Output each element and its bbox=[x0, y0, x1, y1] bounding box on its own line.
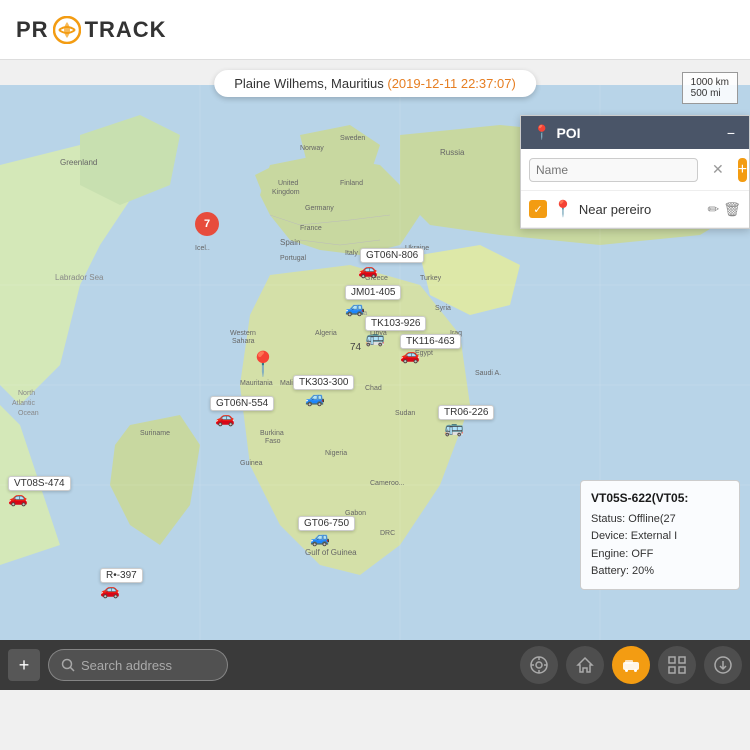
grid-toolbar-btn[interactable] bbox=[658, 646, 696, 684]
home-toolbar-btn[interactable] bbox=[566, 646, 604, 684]
zoom-in-btn[interactable]: + bbox=[8, 649, 40, 681]
search-bar[interactable]: Search address bbox=[48, 649, 228, 681]
svg-text:Algeria: Algeria bbox=[315, 330, 337, 337]
popup-engine: Engine: OFF bbox=[591, 546, 729, 564]
poi-title: POI bbox=[556, 125, 580, 141]
location-datetime: (2019-12-11 22:37:07) bbox=[387, 76, 515, 91]
search-placeholder: Search address bbox=[81, 658, 172, 673]
svg-text:Guinea: Guinea bbox=[240, 460, 263, 467]
svg-text:Mali: Mali bbox=[280, 380, 293, 387]
poi-checkbox[interactable]: ✓ bbox=[529, 200, 547, 218]
popup-battery: Battery: 20% bbox=[591, 563, 729, 581]
popup-title: VT05S-622(VT05: bbox=[591, 489, 729, 508]
svg-text:Kingdom: Kingdom bbox=[272, 189, 300, 196]
logo-text-2: TRACK bbox=[85, 17, 167, 43]
poi-search-input[interactable] bbox=[529, 158, 698, 182]
svg-text:Italy: Italy bbox=[345, 250, 358, 257]
svg-text:Atlantic: Atlantic bbox=[12, 400, 35, 407]
svg-text:Labrador Sea: Labrador Sea bbox=[55, 273, 104, 282]
vehicle-icon-jm01405: 🚙 bbox=[345, 298, 365, 318]
svg-text:France: France bbox=[300, 225, 322, 232]
vehicle-icon-gt06n806: 🚗 bbox=[358, 260, 378, 280]
scale-line2: 500 mi bbox=[691, 88, 729, 99]
vehicle-icon-tr06226: 🚌 bbox=[444, 418, 464, 438]
vehicle-icon-gt06750: 🚙 bbox=[310, 528, 330, 548]
svg-text:Russia: Russia bbox=[440, 148, 465, 157]
vehicle-info-popup: VT05S-622(VT05: Status: Offline(27 Devic… bbox=[580, 480, 740, 590]
search-icon bbox=[61, 658, 75, 672]
svg-text:Syria: Syria bbox=[435, 305, 451, 312]
location-place: Plaine Wilhems, Mauritius bbox=[234, 76, 384, 91]
poi-item-actions[interactable]: ✏ 🗑 bbox=[707, 201, 741, 218]
poi-item-name: Near pereiro bbox=[579, 202, 702, 217]
poi-item-row: ✓ 📍 Near pereiro ✏ 🗑 bbox=[521, 191, 749, 228]
svg-text:Sahara: Sahara bbox=[232, 338, 255, 345]
svg-text:Sweden: Sweden bbox=[340, 135, 365, 142]
svg-text:Icel..: Icel.. bbox=[195, 245, 210, 252]
svg-text:Gulf of Guinea: Gulf of Guinea bbox=[305, 548, 357, 557]
svg-text:Turkey: Turkey bbox=[420, 275, 442, 282]
poi-header-right[interactable]: − bbox=[725, 125, 737, 141]
svg-text:Cameroo...: Cameroo... bbox=[370, 480, 405, 487]
svg-text:Chad: Chad bbox=[365, 385, 382, 392]
svg-text:Saudi A.: Saudi A. bbox=[475, 370, 501, 377]
label-74: 74 bbox=[350, 342, 361, 353]
svg-text:DRC: DRC bbox=[380, 530, 395, 537]
svg-text:Sudan: Sudan bbox=[395, 410, 415, 417]
logo-icon bbox=[53, 16, 81, 44]
svg-text:Mauritania: Mauritania bbox=[240, 380, 273, 387]
scale-line1: 1000 km bbox=[691, 77, 729, 88]
popup-device: Device: External I bbox=[591, 528, 729, 546]
vehicle-icon-tk303300: 🚙 bbox=[305, 388, 325, 408]
popup-status: Status: Offline(27 bbox=[591, 511, 729, 529]
vehicle-icon-gt06n554: 🚗 bbox=[215, 408, 235, 428]
cluster-badge[interactable]: 7 bbox=[195, 212, 219, 236]
poi-delete-btn[interactable]: 🗑 bbox=[723, 201, 741, 218]
bottom-toolbar: + Search address bbox=[0, 640, 750, 690]
poi-clear-btn[interactable]: ✕ bbox=[704, 155, 732, 184]
vehicles-toolbar-btn[interactable] bbox=[612, 646, 650, 684]
svg-text:United: United bbox=[278, 180, 298, 187]
svg-text:Finland: Finland bbox=[340, 180, 363, 187]
svg-text:Portugal: Portugal bbox=[280, 255, 307, 262]
svg-text:Burkina: Burkina bbox=[260, 430, 284, 437]
app-header: PR TRACK bbox=[0, 0, 750, 60]
poi-edit-btn[interactable]: ✏ bbox=[707, 201, 719, 218]
location-bar: Plaine Wilhems, Mauritius (2019-12-11 22… bbox=[214, 70, 536, 97]
poi-minimize-btn[interactable]: − bbox=[725, 125, 737, 141]
vehicles-icon bbox=[621, 655, 641, 675]
scale-bar: 1000 km 500 mi bbox=[682, 72, 738, 104]
svg-text:North: North bbox=[18, 390, 35, 397]
poi-add-btn[interactable]: + bbox=[738, 158, 747, 182]
poi-pin-icon: 📍 bbox=[553, 199, 573, 219]
download-icon bbox=[713, 655, 733, 675]
vehicle-icon-tk103926: 🚌 bbox=[365, 328, 385, 348]
vehicle-icon-vt08s474: 🚗 bbox=[8, 488, 28, 508]
poi-location-icon: 📍 bbox=[533, 124, 550, 141]
poi-search-row: ✕ + bbox=[521, 149, 749, 191]
location-toolbar-btn[interactable] bbox=[520, 646, 558, 684]
home-icon bbox=[575, 655, 595, 675]
svg-text:Germany: Germany bbox=[305, 205, 334, 212]
svg-text:Norway: Norway bbox=[300, 145, 324, 152]
poi-header-left: 📍 POI bbox=[533, 124, 581, 141]
svg-text:Spain: Spain bbox=[280, 238, 300, 247]
svg-text:Suriname: Suriname bbox=[140, 430, 170, 437]
poi-header: 📍 POI − bbox=[521, 116, 749, 149]
map-pin: 📍 bbox=[248, 350, 278, 379]
svg-text:Ocean: Ocean bbox=[18, 410, 39, 417]
grid-icon bbox=[668, 656, 686, 674]
vehicle-icon-r397: 🚗 bbox=[100, 580, 120, 600]
svg-text:Nigeria: Nigeria bbox=[325, 450, 347, 457]
svg-text:Faso: Faso bbox=[265, 438, 281, 445]
vehicle-icon-tk116463: 🚗 bbox=[400, 345, 420, 365]
poi-panel: 📍 POI − ✕ + ✓ 📍 Near pereiro ✏ 🗑 bbox=[520, 115, 750, 229]
logo: PR TRACK bbox=[16, 16, 167, 44]
download-toolbar-btn[interactable] bbox=[704, 646, 742, 684]
svg-text:Western: Western bbox=[230, 330, 256, 337]
location-icon bbox=[529, 655, 549, 675]
logo-text: PR bbox=[16, 17, 49, 43]
map-container[interactable]: Labrador Sea North Atlantic Ocean Greenl… bbox=[0, 60, 750, 690]
svg-text:Greenland: Greenland bbox=[60, 158, 97, 167]
